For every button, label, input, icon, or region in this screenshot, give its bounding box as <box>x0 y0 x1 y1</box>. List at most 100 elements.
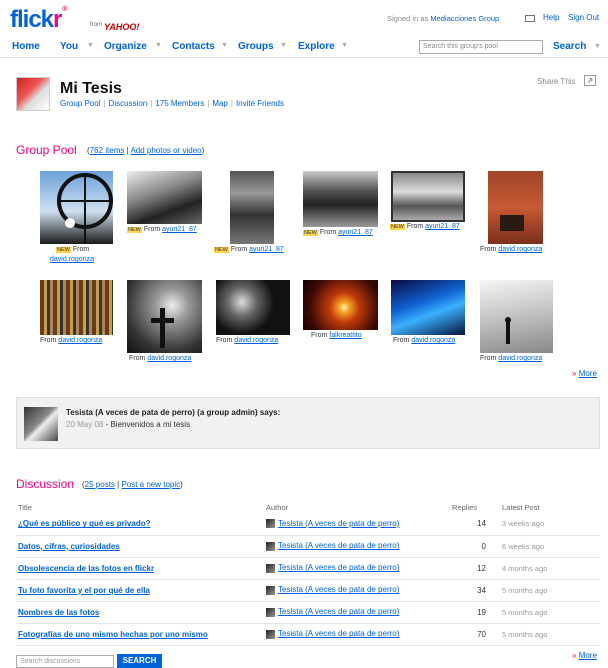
admin-date: 20 May 08 <box>66 420 104 429</box>
chevron-down-icon[interactable]: ▼ <box>280 42 287 49</box>
new-badge: NEW <box>56 247 71 253</box>
group-subnav: Group Pool | Discussion | 175 Members | Map | In… <box>60 99 284 108</box>
author-avatar-icon <box>266 585 275 595</box>
ferris-wheel-image <box>57 173 113 244</box>
topic-author[interactable]: Tesista (A veces de pata de perro) <box>264 535 450 558</box>
map-link[interactable]: Map <box>212 99 228 108</box>
help-link[interactable]: Help <box>543 13 559 22</box>
table-row: Fotografías de uno mismo hechas por uno … <box>16 623 600 646</box>
photo-author-link[interactable]: david.rogonza <box>498 355 542 362</box>
discussion-search-button[interactable]: SEARCH <box>117 654 162 668</box>
topic-author[interactable]: Tesista (A veces de pata de perro) <box>264 579 450 602</box>
photo-thumb-1[interactable] <box>40 171 113 244</box>
discussion-search-input[interactable]: Search discussions <box>16 655 114 668</box>
pool-more-link[interactable]: » More <box>572 369 597 378</box>
author-avatar-icon <box>266 629 275 639</box>
photo-caption-6: From david.rogonza <box>480 246 543 253</box>
photo-thumb-10[interactable] <box>303 280 378 330</box>
discussion-more-link[interactable]: » More <box>572 651 597 660</box>
topic-author[interactable]: Tesista (A veces de pata de perro) <box>264 557 450 580</box>
photo-thumb-4[interactable] <box>303 171 378 227</box>
photo-thumb-6[interactable] <box>488 171 543 244</box>
photo-author-link[interactable]: david.rogonza <box>50 256 94 263</box>
topic-author[interactable]: Tesista (A veces de pata de perro) <box>264 513 450 536</box>
yahoo-logo: YAHOO! <box>104 22 140 32</box>
nav-you[interactable]: You <box>60 41 78 52</box>
new-badge: NEW <box>127 227 142 233</box>
photo-author-link[interactable]: david.rogonza <box>58 337 102 344</box>
share-icon[interactable]: ⇗ <box>584 75 596 86</box>
photo-author-link[interactable]: david.rogonza <box>498 246 542 253</box>
group-avatar[interactable] <box>16 77 50 111</box>
logo-from: from <box>90 22 102 28</box>
pool-items-link[interactable]: 762 items <box>90 146 125 155</box>
pool-search-input[interactable]: Search this group's pool <box>419 40 543 54</box>
search-button[interactable]: Search <box>553 41 586 52</box>
mail-icon[interactable] <box>525 15 535 22</box>
topic-title-link[interactable]: Fotografías de uno mismo hechas por uno … <box>16 623 264 646</box>
nav-groups[interactable]: Groups <box>238 41 274 52</box>
discussion-links: (25 posts | Post a new topic) <box>82 480 183 489</box>
author-avatar-icon <box>266 519 275 529</box>
chevron-down-icon[interactable]: ▼ <box>341 42 348 49</box>
members-link[interactable]: 175 Members <box>155 99 204 108</box>
invite-friends-link[interactable]: Invite Friends <box>236 99 284 108</box>
photo-caption-8: From david.rogonza <box>129 355 192 362</box>
topic-title-link[interactable]: Obsolescencia de las fotos en flickr <box>16 557 264 580</box>
photo-author-link[interactable]: david.rogonza <box>147 355 191 362</box>
photo-author-link[interactable]: david.rogonza <box>234 337 278 344</box>
share-this-label[interactable]: Share This <box>537 77 576 86</box>
admin-text: Bienvenidos a mi tesis <box>110 420 191 429</box>
add-photos-link[interactable]: Add photos or video <box>130 146 201 155</box>
topic-title-link[interactable]: Nombres de las fotos <box>16 601 264 624</box>
new-topic-link[interactable]: Post a new topic <box>121 480 180 489</box>
photo-thumb-11[interactable] <box>391 280 465 335</box>
author-avatar-icon <box>266 607 275 617</box>
chevron-down-icon[interactable]: ▼ <box>594 43 601 50</box>
photo-caption-9: From david.rogonza <box>216 337 279 344</box>
photo-author-link[interactable]: ayuri21_87 <box>162 226 197 233</box>
new-badge: NEW <box>303 230 318 236</box>
topic-author[interactable]: Tesista (A veces de pata de perro) <box>264 623 450 646</box>
photo-author-link[interactable]: ayuri21_87 <box>249 246 284 253</box>
nav-contacts[interactable]: Contacts <box>172 41 215 52</box>
photo-thumb-8[interactable] <box>127 280 202 353</box>
photo-thumb-3[interactable] <box>230 171 274 244</box>
group-pool-link[interactable]: Group Pool <box>60 99 100 108</box>
signed-in-user[interactable]: Mediacciones Group <box>430 14 499 23</box>
nav-organize[interactable]: Organize <box>104 41 147 52</box>
topic-author[interactable]: Tesista (A veces de pata de perro) <box>264 601 450 624</box>
photo-thumb-12[interactable] <box>480 280 553 353</box>
chevron-down-icon[interactable]: ▼ <box>155 42 162 49</box>
topic-title-link[interactable]: Datos, cifras, curiosidades <box>16 535 264 558</box>
col-author: Author <box>266 502 289 512</box>
photo-caption-4: NEW From ayuri21_87 <box>303 229 373 236</box>
discussion-link[interactable]: Discussion <box>109 99 148 108</box>
topic-latest: 5 months ago <box>500 601 600 624</box>
photo-caption-1-author: david.rogonza <box>50 256 94 263</box>
photo-caption-11: From david.rogonza <box>393 337 456 344</box>
col-latest: Latest Post <box>502 502 540 512</box>
photo-caption-12: From david.rogonza <box>480 355 543 362</box>
photo-thumb-9[interactable] <box>216 280 290 335</box>
photo-author-link[interactable]: ayuri21_87 <box>425 223 460 230</box>
posts-link[interactable]: 25 posts <box>85 480 115 489</box>
photo-thumb-7[interactable] <box>40 280 113 335</box>
nav-home[interactable]: Home <box>12 41 40 52</box>
sign-out-link[interactable]: Sign Out <box>568 13 599 22</box>
flickr-logo[interactable]: flickr® <box>10 6 68 34</box>
photo-caption-1: NEW From <box>56 246 90 253</box>
photo-thumb-5[interactable] <box>391 171 465 222</box>
photo-author-link[interactable]: ayuri21_87 <box>338 229 373 236</box>
photo-author-link[interactable]: falkreattito <box>329 332 361 339</box>
figure-image <box>505 317 511 344</box>
chevron-down-icon[interactable]: ▼ <box>87 42 94 49</box>
author-avatar-icon <box>266 541 275 551</box>
nav-explore[interactable]: Explore <box>298 41 335 52</box>
admin-avatar[interactable] <box>24 407 58 441</box>
photo-author-link[interactable]: david.rogonza <box>411 337 455 344</box>
chevron-down-icon[interactable]: ▼ <box>221 42 228 49</box>
topic-title-link[interactable]: ¿Qué es público y qué es privado? <box>16 513 264 536</box>
topic-title-link[interactable]: Tu foto favorita y el por qué de ella <box>16 579 264 602</box>
photo-thumb-2[interactable] <box>127 171 202 224</box>
